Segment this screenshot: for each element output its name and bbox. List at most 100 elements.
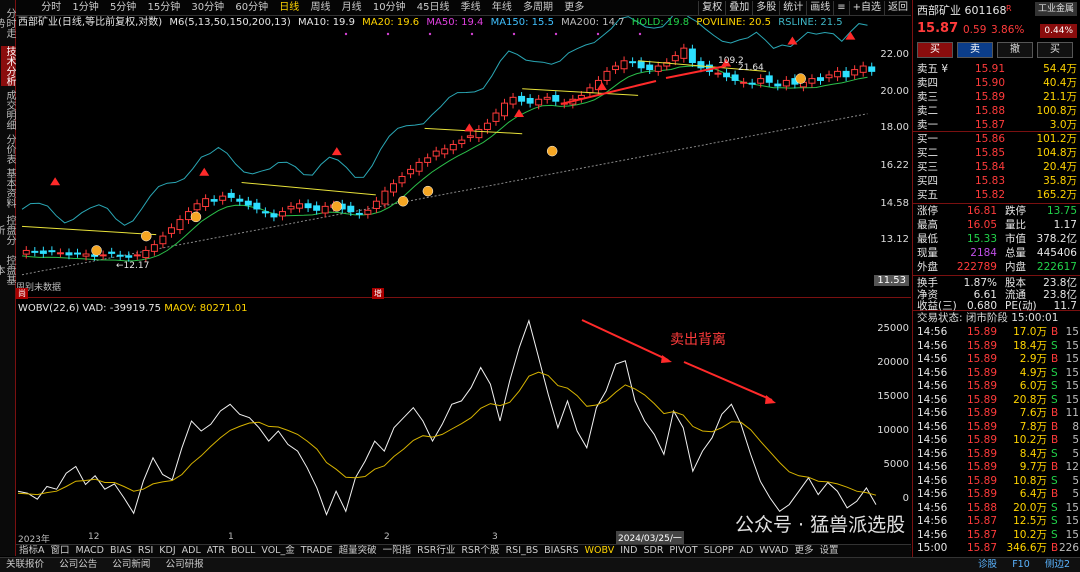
bid-price: 15.86	[974, 133, 1005, 145]
indicator-tab-19[interactable]: SDR	[640, 545, 666, 557]
period-tab-intraday[interactable]: 分时	[37, 0, 65, 15]
status-research[interactable]: 公司研报	[160, 558, 210, 572]
stats-button[interactable]: 统计	[779, 1, 806, 15]
indicator-tab-25[interactable]: 设置	[816, 545, 841, 557]
indicator-tab-9[interactable]: VOL_金	[258, 545, 297, 557]
period-tab-monthly[interactable]: 月线	[338, 0, 366, 15]
period-tab-60min[interactable]: 60分钟	[231, 0, 272, 15]
price-chart-svg[interactable]	[16, 16, 911, 298]
last-price: 15.87	[917, 21, 959, 36]
candle-body	[765, 75, 773, 83]
sidebar-item-price-table[interactable]: 分价表	[1, 134, 15, 164]
tick-row: 14:56 15.89 8.4万 S 5	[913, 447, 1080, 461]
industry-badge[interactable]: 工业金属	[1034, 2, 1077, 16]
indicator-tab-21[interactable]: SLOPP	[701, 545, 737, 557]
sidebar-item-control[interactable]: 控盘分析	[0, 212, 15, 248]
indicator-tab-13[interactable]: RSR行业	[414, 545, 458, 557]
buy-button[interactable]: 买	[917, 42, 953, 58]
indicator-tab-12[interactable]: 一阳指	[380, 545, 415, 557]
sidebar-item-technical[interactable]: 技术分析	[1, 46, 15, 86]
indicator-tab-20[interactable]: PIVOT	[666, 545, 700, 557]
sell-button[interactable]: 卖	[957, 42, 993, 58]
indicator-tab-0[interactable]: 指标A	[16, 545, 48, 557]
candle-body	[56, 252, 64, 255]
sidebar-item-basic-info[interactable]: 基本资料	[1, 168, 15, 208]
indicator-tab-3[interactable]: BIAS	[107, 545, 135, 557]
period-tab-30min[interactable]: 30分钟	[187, 0, 228, 15]
tick-time: 14:56	[917, 474, 948, 487]
tick-row: 14:56 15.87 12.5万 S 15	[913, 514, 1080, 528]
trend-arrow	[560, 80, 657, 105]
quick-buy-button[interactable]: 买	[1037, 42, 1073, 58]
period-tab-year[interactable]: 年线	[488, 0, 516, 15]
sidebar-item-control-basic[interactable]: 控盘基本	[0, 252, 15, 288]
indicator-tab-4[interactable]: RSI	[135, 545, 156, 557]
candle-body	[99, 254, 107, 257]
period-tab-15min[interactable]: 15分钟	[144, 0, 185, 15]
indicator-tab-11[interactable]: 超量突破	[336, 545, 380, 557]
draw-line-button[interactable]: 画线	[806, 1, 833, 15]
menu-icon[interactable]: ≡	[833, 1, 848, 15]
period-tab-more[interactable]: 更多	[560, 0, 588, 15]
tick-price: 15.87	[966, 515, 997, 527]
date-axis-label: 1	[228, 532, 234, 542]
tick-side: S	[1051, 515, 1058, 527]
period-tab-multi[interactable]: 多周期	[519, 0, 557, 15]
indicator-tab-14[interactable]: RSR个股	[458, 545, 502, 557]
bid-row: 买一 15.86 101.2万	[913, 132, 1080, 146]
indicator-tab-10[interactable]: TRADE	[298, 545, 336, 557]
overlay-button[interactable]: 叠加	[725, 1, 752, 15]
period-tab-weekly[interactable]: 周线	[306, 0, 334, 15]
adjust-button[interactable]: 复权	[698, 1, 725, 15]
indicator-tab-1[interactable]: 窗口	[48, 545, 73, 557]
indicator-tab-7[interactable]: ATR	[204, 545, 228, 557]
signal-triangle	[787, 36, 798, 45]
indicator-tab-5[interactable]: KDJ	[156, 545, 178, 557]
candle-body	[868, 66, 876, 72]
indicator-tab-15[interactable]: RSI_BS	[503, 545, 542, 557]
indicator-tab-26[interactable]: 指标B	[907, 545, 911, 557]
status-news[interactable]: 公司新闻	[106, 558, 156, 572]
indicator-tab-16[interactable]: BIASRS	[541, 545, 581, 557]
back-button[interactable]: 返回	[884, 1, 911, 15]
multi-stock-button[interactable]: 多股	[752, 1, 779, 15]
status-announcements[interactable]: 公司公告	[53, 558, 103, 572]
indicator-tab-8[interactable]: BOLL	[228, 545, 258, 557]
divergence-annotation: 卖出背离	[670, 332, 726, 348]
indicator-chart-area[interactable]: 25000 20000 15000 10000 5000 0 卖出背离 2023…	[16, 300, 911, 545]
sidebar-item-intraday[interactable]: 分时走势	[0, 4, 15, 42]
candle-body	[825, 74, 833, 79]
ask-price: 15.87	[974, 119, 1005, 131]
diagnose-button[interactable]: 诊股	[972, 558, 1003, 572]
status-related-quotes[interactable]: 关联报价	[0, 558, 50, 572]
sidebar-item-trades[interactable]: 成交明细	[1, 90, 15, 130]
period-tab-1min[interactable]: 1分钟	[68, 0, 102, 15]
indicator-tab-23[interactable]: WVAD	[756, 545, 791, 557]
tick-row: 14:56 15.89 17.0万 B 15	[913, 325, 1080, 339]
side-panel-button[interactable]: 侧边2	[1039, 558, 1076, 572]
indicator-tabs: 指标A 窗口 MACD BIAS RSI KDJ ADL ATR BOLL VOL_金 TRADE 超…	[16, 544, 911, 557]
add-watchlist-button[interactable]: +自选	[848, 1, 884, 15]
candle-body	[296, 203, 304, 209]
tick-price: 15.89	[966, 339, 997, 352]
f10-button[interactable]: F10	[1006, 558, 1036, 572]
indicator-tab-18[interactable]: IND	[617, 545, 640, 557]
period-tab-daily[interactable]: 日线	[275, 0, 303, 15]
indicator-tab-24[interactable]: 更多	[791, 545, 816, 557]
indicator-tab-2[interactable]: MACD	[73, 545, 107, 557]
bid-label: 买三	[917, 161, 938, 173]
indicator-tab-17[interactable]: WOBV	[582, 545, 618, 557]
period-tab-quarter[interactable]: 季线	[457, 0, 485, 15]
indicator-tab-6[interactable]: ADL	[179, 545, 204, 557]
indicator-tab-22[interactable]: AD	[737, 545, 757, 557]
date-axis-label: 12	[88, 532, 100, 542]
cancel-order-button[interactable]: 撤	[997, 42, 1033, 58]
period-tab-10min[interactable]: 10分钟	[369, 0, 410, 15]
tick-volume: 20.8万	[1013, 393, 1047, 406]
price-chart-area[interactable]: 22.00 20.00 18.00 16.22 14.58 13.12 11.5…	[16, 16, 911, 299]
tick-side: S	[1051, 380, 1058, 392]
period-tab-5min[interactable]: 5分钟	[106, 0, 140, 15]
tick-time: 14:56	[917, 461, 948, 473]
period-tab-45day[interactable]: 45日线	[413, 0, 454, 15]
indicator-chart-svg[interactable]	[16, 300, 911, 543]
